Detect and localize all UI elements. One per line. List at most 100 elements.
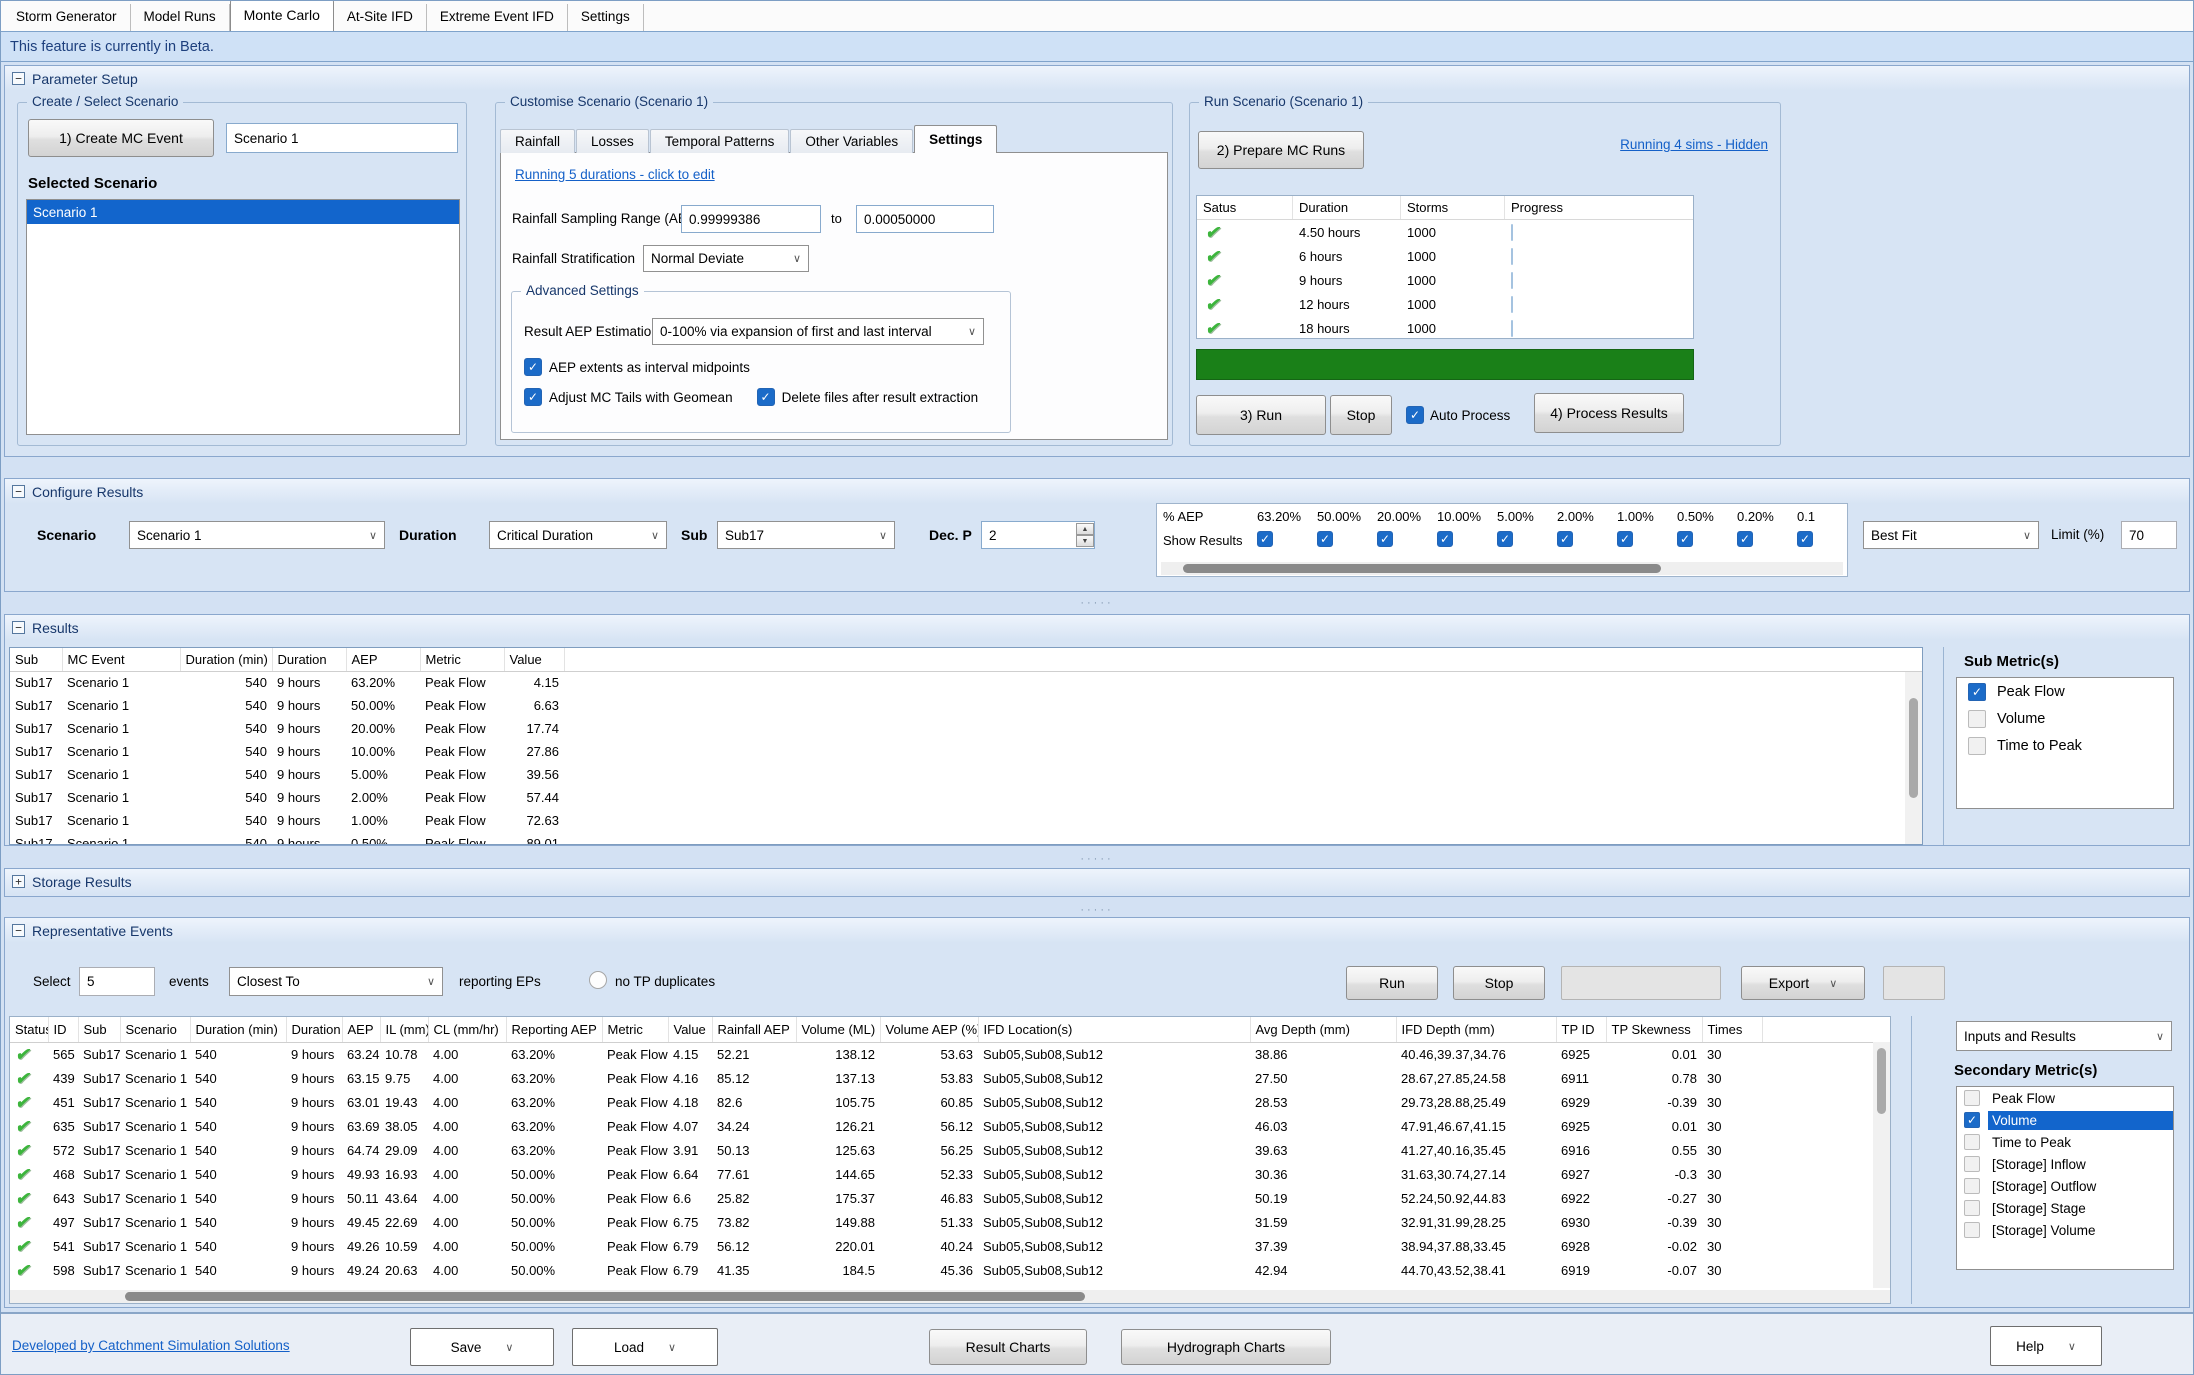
col-il[interactable]: IL (mm) xyxy=(380,1017,428,1042)
col-rainfall-aep[interactable]: Rainfall AEP xyxy=(712,1017,796,1042)
rep-events-row[interactable]: ✔ 541 Sub17 Scenario 1 540 9 hours 49.26… xyxy=(10,1234,1890,1258)
metric-checkbox[interactable]: ✓ xyxy=(1968,683,1986,701)
secondary-metric-item[interactable]: ✓ Time to Peak xyxy=(1957,1131,2173,1153)
results-table-row[interactable]: Sub17 Scenario 1 540 9 hours 5.00% Peak … xyxy=(10,763,1922,786)
secondary-metric-item[interactable]: ✓ [Storage] Outflow xyxy=(1957,1175,2173,1197)
col-aep[interactable]: AEP xyxy=(346,648,420,671)
metric-checkbox[interactable]: ✓ xyxy=(1964,1200,1980,1216)
collapse-icon[interactable]: − xyxy=(12,621,25,634)
results-vertical-scrollbar[interactable] xyxy=(1905,672,1922,844)
show-results-checkbox[interactable]: ✓ xyxy=(1377,531,1393,547)
spinner-up-icon[interactable]: ▲ xyxy=(1076,523,1094,535)
sub-select[interactable]: Sub17∨ xyxy=(717,521,895,549)
rep-events-row[interactable]: ✔ 598 Sub17 Scenario 1 540 9 hours 49.24… xyxy=(10,1258,1890,1282)
col-mc-event[interactable]: MC Event xyxy=(62,648,180,671)
show-results-checkbox[interactable]: ✓ xyxy=(1257,531,1273,547)
metric-checkbox[interactable]: ✓ xyxy=(1964,1090,1980,1106)
rep-events-row[interactable]: ✔ 439 Sub17 Scenario 1 540 9 hours 63.15… xyxy=(10,1066,1890,1090)
developer-credit-link[interactable]: Developed by Catchment Simulation Soluti… xyxy=(12,1338,290,1353)
col-sub[interactable]: Sub xyxy=(78,1017,120,1042)
menu-tab[interactable]: Storm Generator xyxy=(3,4,131,31)
col-reporting-aep[interactable]: Reporting AEP xyxy=(506,1017,602,1042)
process-results-button[interactable]: 4) Process Results xyxy=(1534,393,1684,433)
collapse-icon[interactable]: − xyxy=(12,485,25,498)
col-status[interactable]: Status xyxy=(10,1017,48,1042)
menu-tab[interactable]: Model Runs xyxy=(131,4,230,31)
scrollbar-thumb[interactable] xyxy=(1877,1048,1886,1114)
col-ifd-locations[interactable]: IFD Location(s) xyxy=(978,1017,1250,1042)
col-aep[interactable]: AEP xyxy=(342,1017,380,1042)
prepare-mc-runs-button[interactable]: 2) Prepare MC Runs xyxy=(1198,131,1364,169)
col-tp-id[interactable]: TP ID xyxy=(1556,1017,1606,1042)
duration-select[interactable]: Critical Duration∨ xyxy=(489,521,667,549)
option-checkbox[interactable]: ✓ xyxy=(524,358,542,376)
sampling-to-input[interactable]: 0.00050000 xyxy=(856,205,994,233)
option-checkbox[interactable]: ✓ xyxy=(524,388,542,406)
col-metric[interactable]: Metric xyxy=(420,648,504,671)
rep-stop-button[interactable]: Stop xyxy=(1453,966,1545,1000)
rep-horizontal-scrollbar[interactable] xyxy=(10,1290,1890,1303)
col-duration[interactable]: Duration xyxy=(272,648,346,671)
rep-events-row[interactable]: ✔ 635 Sub17 Scenario 1 540 9 hours 63.69… xyxy=(10,1114,1890,1138)
metric-checkbox[interactable]: ✓ xyxy=(1964,1112,1980,1128)
scrollbar-thumb[interactable] xyxy=(1183,564,1661,573)
customise-tab[interactable]: Losses xyxy=(576,129,649,153)
metric-checkbox[interactable]: ✓ xyxy=(1968,710,1986,728)
rep-events-row[interactable]: ✔ 451 Sub17 Scenario 1 540 9 hours 63.01… xyxy=(10,1090,1890,1114)
spinner-down-icon[interactable]: ▼ xyxy=(1076,535,1094,547)
events-count-input[interactable]: 5 xyxy=(79,967,155,996)
splitter-handle[interactable]: ····· xyxy=(0,598,2194,608)
show-results-checkbox[interactable]: ✓ xyxy=(1497,531,1513,547)
splitter-handle[interactable]: ····· xyxy=(0,905,2194,915)
sub-metric-item[interactable]: ✓ Volume xyxy=(1957,705,2173,732)
aep-horizontal-scrollbar[interactable] xyxy=(1161,562,1843,575)
metric-checkbox[interactable]: ✓ xyxy=(1964,1178,1980,1194)
dec-p-spinner[interactable]: 2 ▲ ▼ xyxy=(981,521,1095,549)
col-sub[interactable]: Sub xyxy=(10,648,62,671)
col-metric[interactable]: Metric xyxy=(602,1017,668,1042)
secondary-metric-item[interactable]: ✓ Volume xyxy=(1957,1109,2173,1131)
running-sims-link[interactable]: Running 4 sims - Hidden xyxy=(1620,137,1768,152)
customise-tab[interactable]: Settings xyxy=(914,125,997,153)
collapse-icon[interactable]: − xyxy=(12,72,25,85)
show-results-checkbox[interactable]: ✓ xyxy=(1677,531,1693,547)
aep-estimation-select[interactable]: 0-100% via expansion of first and last i… xyxy=(652,318,984,345)
show-results-checkbox[interactable]: ✓ xyxy=(1317,531,1333,547)
results-table-row[interactable]: Sub17 Scenario 1 540 9 hours 1.00% Peak … xyxy=(10,809,1922,832)
col-volume[interactable]: Volume (ML) xyxy=(796,1017,880,1042)
scenario-name-input[interactable]: Scenario 1 xyxy=(226,123,458,153)
rep-events-row[interactable]: ✔ 565 Sub17 Scenario 1 540 9 hours 63.24… xyxy=(10,1042,1890,1066)
save-button[interactable]: Save∨ xyxy=(410,1328,554,1366)
secondary-metric-item[interactable]: ✓ Peak Flow xyxy=(1957,1087,2173,1109)
col-scenario[interactable]: Scenario xyxy=(120,1017,190,1042)
rep-events-row[interactable]: ✔ 572 Sub17 Scenario 1 540 9 hours 64.74… xyxy=(10,1138,1890,1162)
closest-to-select[interactable]: Closest To∨ xyxy=(229,967,443,996)
run-button[interactable]: 3) Run xyxy=(1196,395,1326,435)
collapse-icon[interactable]: − xyxy=(12,924,25,937)
splitter-handle[interactable]: ····· xyxy=(0,854,2194,864)
results-table-row[interactable]: Sub17 Scenario 1 540 9 hours 20.00% Peak… xyxy=(10,717,1922,740)
col-tp-skewness[interactable]: TP Skewness xyxy=(1606,1017,1702,1042)
customise-tab[interactable]: Temporal Patterns xyxy=(650,129,790,153)
results-table-row[interactable]: Sub17 Scenario 1 540 9 hours 0.50% Peak … xyxy=(10,832,1922,845)
secondary-metric-item[interactable]: ✓ [Storage] Inflow xyxy=(1957,1153,2173,1175)
load-button[interactable]: Load∨ xyxy=(572,1328,718,1366)
create-mc-event-button[interactable]: 1) Create MC Event xyxy=(28,119,214,157)
menu-tab[interactable]: Settings xyxy=(568,4,644,31)
menu-tab[interactable]: At-Site IFD xyxy=(334,4,427,31)
metric-checkbox[interactable]: ✓ xyxy=(1964,1134,1980,1150)
rep-events-row[interactable]: ✔ 643 Sub17 Scenario 1 540 9 hours 50.11… xyxy=(10,1186,1890,1210)
results-table-row[interactable]: Sub17 Scenario 1 540 9 hours 50.00% Peak… xyxy=(10,694,1922,717)
col-avg-depth[interactable]: Avg Depth (mm) xyxy=(1250,1017,1396,1042)
menu-tab[interactable]: Extreme Event IFD xyxy=(427,4,568,31)
rep-events-row[interactable]: ✔ 468 Sub17 Scenario 1 540 9 hours 49.93… xyxy=(10,1162,1890,1186)
secondary-metric-item[interactable]: ✓ [Storage] Stage xyxy=(1957,1197,2173,1219)
col-ifd-depth[interactable]: IFD Depth (mm) xyxy=(1396,1017,1556,1042)
hydrograph-charts-button[interactable]: Hydrograph Charts xyxy=(1121,1329,1331,1365)
scenario-list-item[interactable]: Scenario 1 xyxy=(27,200,459,224)
scrollbar-thumb[interactable] xyxy=(125,1292,1085,1301)
col-value[interactable]: Value xyxy=(504,648,564,671)
col-duration-min[interactable]: Duration (min) xyxy=(180,648,272,671)
stop-button[interactable]: Stop xyxy=(1330,395,1392,435)
rep-vertical-scrollbar[interactable] xyxy=(1873,1042,1890,1288)
